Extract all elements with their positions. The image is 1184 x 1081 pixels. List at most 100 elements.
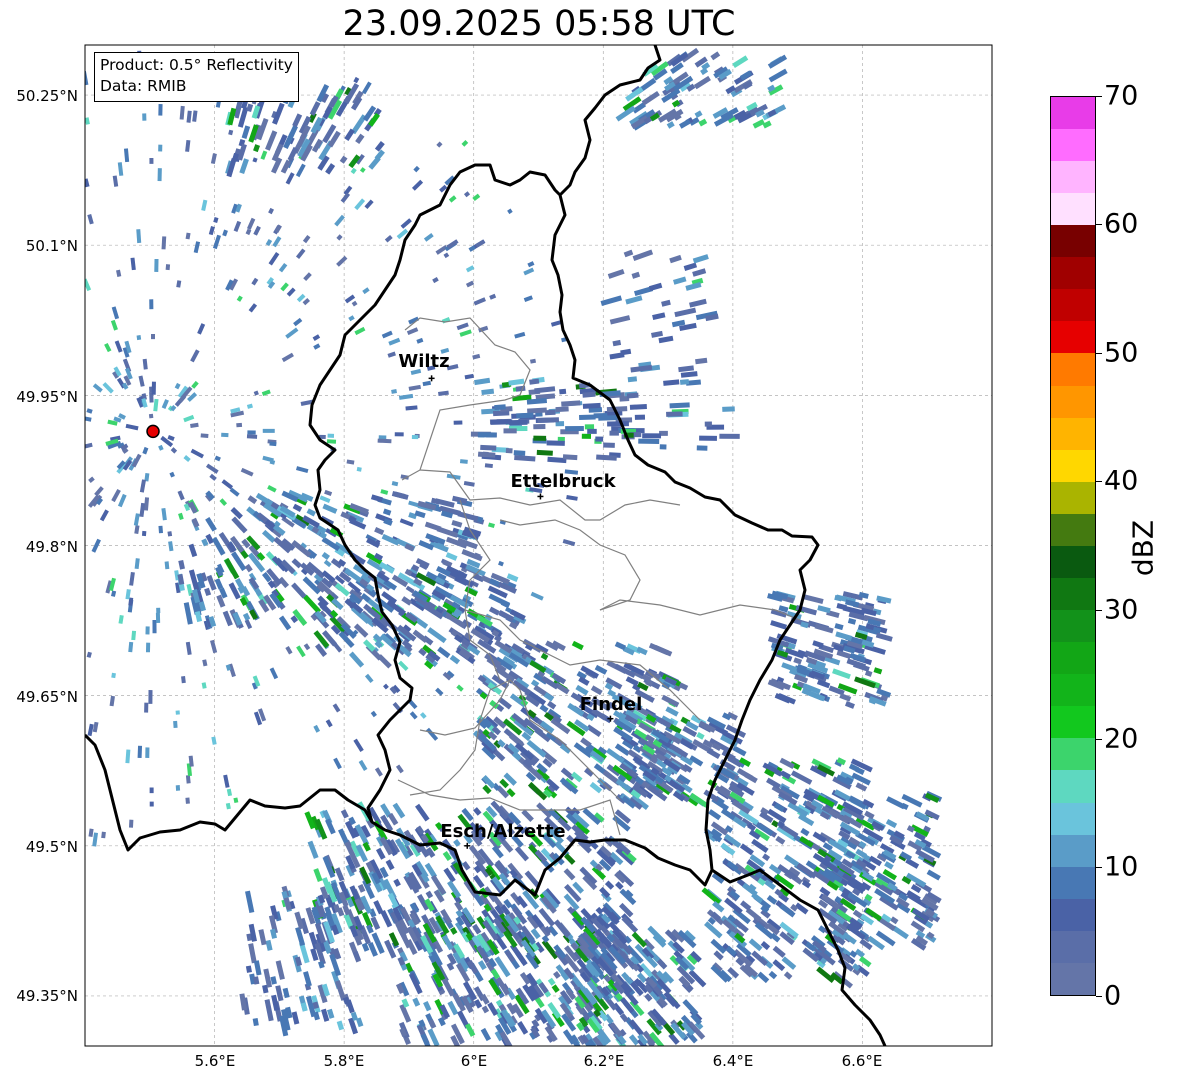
- radar-echo: [149, 158, 154, 164]
- radar-echo: [265, 939, 273, 951]
- radar-echo: [739, 843, 754, 856]
- colorbar-tick-label: 60: [1104, 208, 1139, 240]
- radar-echo: [586, 724, 602, 738]
- radar-echo: [280, 282, 289, 292]
- radar-echo: [641, 90, 660, 106]
- radar-echo: [551, 984, 560, 993]
- radar-echo: [374, 526, 385, 536]
- radar-echo: [383, 683, 389, 690]
- radar-echo: [498, 560, 504, 567]
- radar-echo: [669, 402, 690, 409]
- radar-echo: [332, 703, 341, 713]
- radar-echo: [454, 900, 464, 912]
- radar-echo: [167, 435, 175, 441]
- radar-echo: [514, 331, 526, 339]
- radar-echo: [321, 551, 330, 560]
- radar-echo: [165, 264, 171, 271]
- radar-echo: [190, 349, 200, 363]
- radar-echo: [125, 749, 131, 764]
- radar-echo: [494, 404, 506, 411]
- radar-echo: [92, 721, 99, 733]
- radar-echo: [490, 419, 513, 425]
- radar-echo: [696, 731, 705, 740]
- radar-echo: [571, 640, 584, 651]
- radar-echo: [401, 596, 413, 606]
- radar-echo: [128, 819, 134, 828]
- radar-echo: [248, 943, 257, 964]
- radar-echo: [682, 999, 699, 1016]
- radar-echo: [101, 831, 106, 839]
- radar-echo: [92, 832, 99, 847]
- radar-echo: [368, 156, 381, 170]
- colorbar-segment: [1051, 160, 1095, 194]
- colorbar-segment: [1051, 706, 1095, 739]
- radar-echo: [354, 198, 366, 211]
- radar-echo: [391, 389, 397, 394]
- radar-echo: [153, 398, 159, 412]
- radar-echo: [200, 433, 209, 439]
- radar-echo: [87, 214, 94, 225]
- radar-echo: [229, 487, 240, 497]
- radar-echo: [325, 719, 333, 728]
- radar-echo: [136, 335, 142, 341]
- radar-echo: [291, 1011, 300, 1025]
- radar-echo: [523, 267, 535, 276]
- radar-echo: [547, 977, 556, 986]
- radar-echo: [437, 646, 451, 659]
- radar-echo: [313, 868, 323, 883]
- radar-echo: [291, 558, 303, 569]
- radar-echo: [666, 121, 675, 129]
- colorbar-tick: [1096, 96, 1102, 97]
- radar-echo: [141, 530, 147, 537]
- radar-echo: [607, 268, 625, 279]
- radar-echo: [425, 890, 434, 899]
- radar-echo: [409, 711, 418, 720]
- colorbar-segment: [1051, 96, 1095, 129]
- radar-echo: [692, 254, 709, 264]
- lat-tick-label: 50.25°N: [16, 87, 78, 105]
- radar-echo: [302, 234, 311, 244]
- radar-echo: [435, 687, 444, 696]
- radar-echo: [296, 645, 306, 658]
- radar-echo: [244, 563, 253, 573]
- radar-echo: [253, 960, 262, 976]
- radar-echo: [158, 525, 163, 534]
- radar-echo: [678, 365, 695, 373]
- radar-echo: [170, 447, 178, 454]
- radar-echo: [489, 293, 497, 300]
- radar-echo: [236, 295, 243, 302]
- radar-echo: [696, 445, 708, 451]
- radar-echo: [173, 720, 178, 729]
- radar-echo: [161, 236, 167, 250]
- radar-echo: [436, 141, 443, 148]
- colorbar-segment: [1051, 930, 1095, 963]
- radar-echo: [303, 272, 312, 281]
- radar-echo: [356, 466, 362, 472]
- radar-echo: [858, 956, 872, 968]
- radar-echo: [457, 511, 479, 522]
- radar-echo: [246, 403, 253, 409]
- radar-echo: [168, 541, 174, 552]
- radar-echo: [247, 495, 258, 505]
- radar-echo: [668, 1032, 680, 1045]
- radar-echo: [566, 494, 578, 501]
- radar-echo: [236, 422, 243, 428]
- colorbar-segment: [1051, 513, 1095, 546]
- radar-echo: [472, 874, 485, 889]
- radar-echo: [609, 430, 619, 436]
- radar-echo: [358, 759, 368, 771]
- radar-echo: [137, 745, 143, 759]
- radar-echoes: [85, 47, 943, 1046]
- radar-echo: [214, 455, 221, 462]
- radar-echo: [779, 757, 795, 769]
- lat-tick-label: 50.1°N: [25, 237, 78, 255]
- radar-echo: [278, 615, 292, 631]
- colorbar-segment: [1051, 738, 1095, 771]
- radar-echo: [149, 801, 154, 807]
- radar-echo: [475, 239, 485, 248]
- radar-echo: [632, 249, 654, 261]
- radar-map[interactable]: [0, 0, 1184, 1081]
- radar-echo: [445, 552, 458, 561]
- radar-echo: [201, 682, 207, 689]
- radar-echo: [926, 869, 941, 881]
